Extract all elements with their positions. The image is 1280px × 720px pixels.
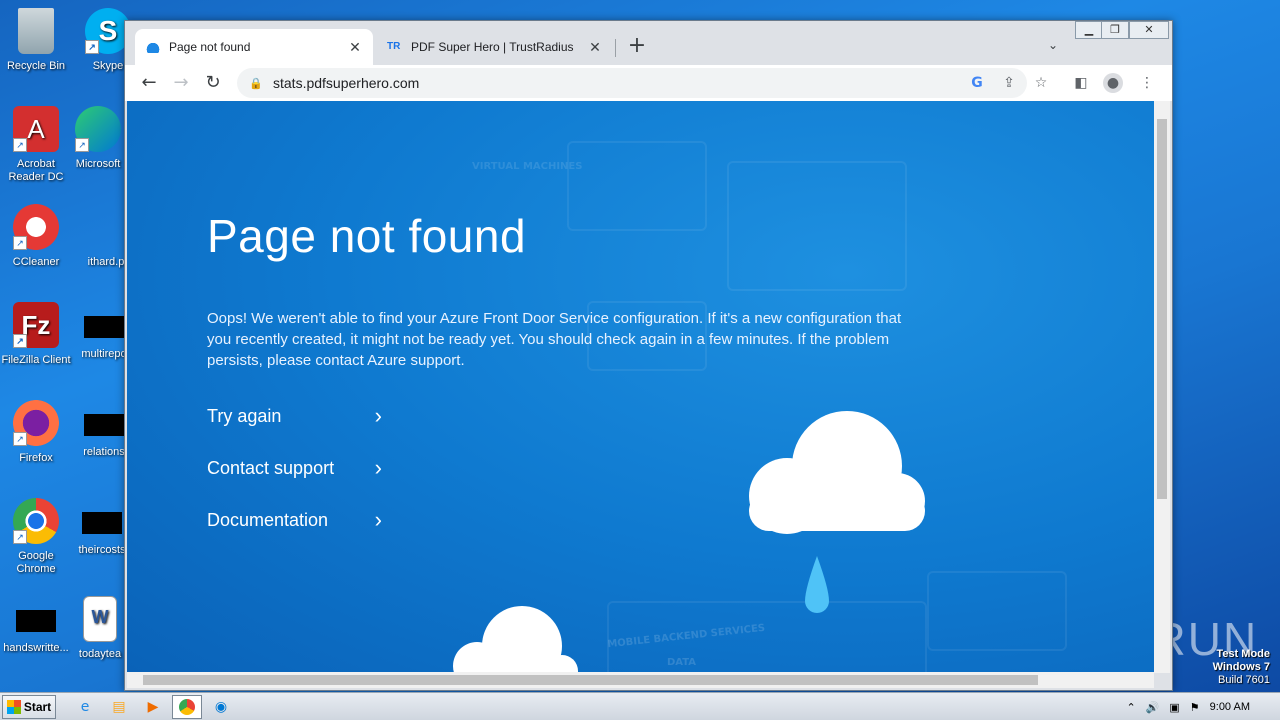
watermark-line: Windows 7 <box>1212 661 1270 673</box>
url-text: stats.pdfsuperhero.com <box>273 75 420 91</box>
start-label: Start <box>23 699 52 714</box>
desktop-icon-label: handswritte... <box>3 642 69 654</box>
volume-icon[interactable]: 🔊 <box>1146 701 1160 714</box>
taskbar: Start e ▤ ▶ ◉ ⌃ 🔊 ▣ ⚑ 9:00 AM <box>0 692 1280 720</box>
show-hidden-icons[interactable]: ⌃ <box>1126 701 1135 714</box>
background-decoration <box>567 141 707 231</box>
browser-window: ▁ ❐ ✕ Page not found ✕ TR PDF Super Hero… <box>124 20 1173 691</box>
bg-label: VIRTUAL MACHINES <box>472 161 583 172</box>
desktop-icon-ccleaner[interactable]: ↗ CCleaner <box>0 204 72 269</box>
new-tab-button[interactable]: + <box>625 35 649 59</box>
windows-logo-icon <box>6 699 21 714</box>
chrome-taskbar-icon[interactable] <box>172 694 202 719</box>
contact-support-link[interactable]: Contact support › <box>207 455 382 481</box>
clock[interactable]: 9:00 AM <box>1210 701 1250 713</box>
scrollbar-thumb[interactable] <box>1157 119 1167 499</box>
media-player-icon[interactable]: ▶ <box>138 695 168 719</box>
desktop-icon-handswritten[interactable]: handswritte... <box>0 596 72 655</box>
forward-icon[interactable]: → <box>165 67 197 99</box>
filezilla-icon: Fz ↗ <box>13 302 59 348</box>
tab-divider <box>615 39 616 57</box>
desktop-icon-label: Recycle Bin <box>6 60 66 72</box>
page-viewport: VIRTUAL MACHINES MOBILE BACKEND SERVICES… <box>127 101 1154 673</box>
acrobat-icon: A ↗ <box>13 106 59 152</box>
redacted-icon <box>84 414 124 436</box>
profile-avatar-icon[interactable]: ● <box>1103 73 1123 93</box>
word-document-icon: W <box>83 596 117 642</box>
trustradius-icon: TR <box>387 41 401 52</box>
system-tray: ⌃ 🔊 ▣ ⚑ 9:00 AM <box>1126 693 1280 720</box>
desktop-icon-label: Firefox <box>19 452 53 464</box>
edge-taskbar-icon[interactable]: ◉ <box>206 695 236 719</box>
horizontal-scrollbar[interactable] <box>127 672 1154 688</box>
address-bar[interactable]: 🔒 stats.pdfsuperhero.com <box>237 68 1027 98</box>
menu-kebab-icon[interactable]: ⋮ <box>1137 73 1157 93</box>
background-decoration <box>927 571 1067 651</box>
redacted-icon <box>16 610 56 632</box>
firefox-icon: ↗ <box>13 400 59 446</box>
tab-title: Page not found <box>169 40 251 54</box>
watermark-line: Build 7601 <box>1218 674 1270 686</box>
chevron-right-icon: › <box>374 455 382 480</box>
side-panel-icon[interactable]: ◧ <box>1071 73 1091 93</box>
desktop-icon-firefox[interactable]: ↗ Firefox <box>0 400 72 465</box>
google-icon[interactable]: G <box>967 73 987 93</box>
desktop-icon-chrome[interactable]: ↗ Google Chrome <box>0 498 72 576</box>
small-cloud-illustration <box>453 606 578 673</box>
ccleaner-icon: ↗ <box>13 204 59 250</box>
watermark-line: Test Mode <box>1216 648 1270 660</box>
chrome-icon: ↗ <box>13 498 59 544</box>
redacted-icon <box>82 512 122 534</box>
tab-title: PDF Super Hero | TrustRadius <box>411 40 574 54</box>
desktop-icon-label: FileZilla Client <box>1 354 71 366</box>
share-icon[interactable]: ⇪ <box>999 73 1019 93</box>
close-tab-icon[interactable]: ✕ <box>347 39 363 56</box>
browser-toolbar: ← → ↻ 🔒 stats.pdfsuperhero.com G ⇪ ☆ ◧ ●… <box>125 65 1172 101</box>
recycle-bin-icon <box>18 8 54 54</box>
edge-icon: ↗ <box>75 106 121 152</box>
documentation-link[interactable]: Documentation › <box>207 507 382 533</box>
file-explorer-icon[interactable]: ▤ <box>104 695 134 719</box>
vertical-scrollbar[interactable] <box>1154 101 1170 673</box>
close-tab-icon[interactable]: ✕ <box>587 39 603 56</box>
tab-trustradius[interactable]: TR PDF Super Hero | TrustRadius ✕ <box>377 29 613 65</box>
chevron-right-icon: › <box>374 507 382 532</box>
link-label: Try again <box>207 405 282 426</box>
redacted-icon <box>84 316 124 338</box>
background-decoration <box>727 161 907 291</box>
link-label: Documentation <box>207 509 329 530</box>
try-again-link[interactable]: Try again › <box>207 403 382 429</box>
error-message: Oops! We weren't able to find your Azure… <box>207 310 902 369</box>
tab-strip: Page not found ✕ TR PDF Super Hero | Tru… <box>125 21 1172 65</box>
desktop-icon-label: CCleaner <box>12 256 60 268</box>
back-icon[interactable]: ← <box>133 67 165 99</box>
tab-page-not-found[interactable]: Page not found ✕ <box>135 29 373 65</box>
scrollbar-thumb[interactable] <box>143 675 1038 685</box>
desktop-icon-label: Google Chrome <box>16 550 56 575</box>
cloud-rain-illustration <box>749 411 925 613</box>
action-center-flag-icon[interactable]: ⚑ <box>1190 701 1200 714</box>
link-label: Contact support <box>207 457 335 478</box>
test-mode-watermark: Test Mode Windows 7 Build 7601 <box>1213 648 1270 687</box>
desktop-icon-filezilla[interactable]: Fz ↗ FileZilla Client <box>0 302 72 367</box>
bookmark-star-icon[interactable]: ☆ <box>1031 73 1051 93</box>
desktop-icon-recycle-bin[interactable]: Recycle Bin <box>0 8 72 73</box>
reload-icon[interactable]: ↻ <box>197 67 229 99</box>
tab-search-icon[interactable]: ⌄ <box>1043 35 1063 55</box>
network-icon[interactable]: ▣ <box>1169 701 1179 714</box>
internet-explorer-icon[interactable]: e <box>70 695 100 719</box>
file-icon <box>83 204 129 250</box>
lock-icon: 🔒 <box>249 77 263 90</box>
start-button[interactable]: Start <box>2 694 56 719</box>
bg-label: DATA <box>667 657 697 668</box>
azure-cloud-icon <box>145 41 161 53</box>
page-title: Page not found <box>207 210 527 262</box>
chevron-right-icon: › <box>374 403 382 428</box>
